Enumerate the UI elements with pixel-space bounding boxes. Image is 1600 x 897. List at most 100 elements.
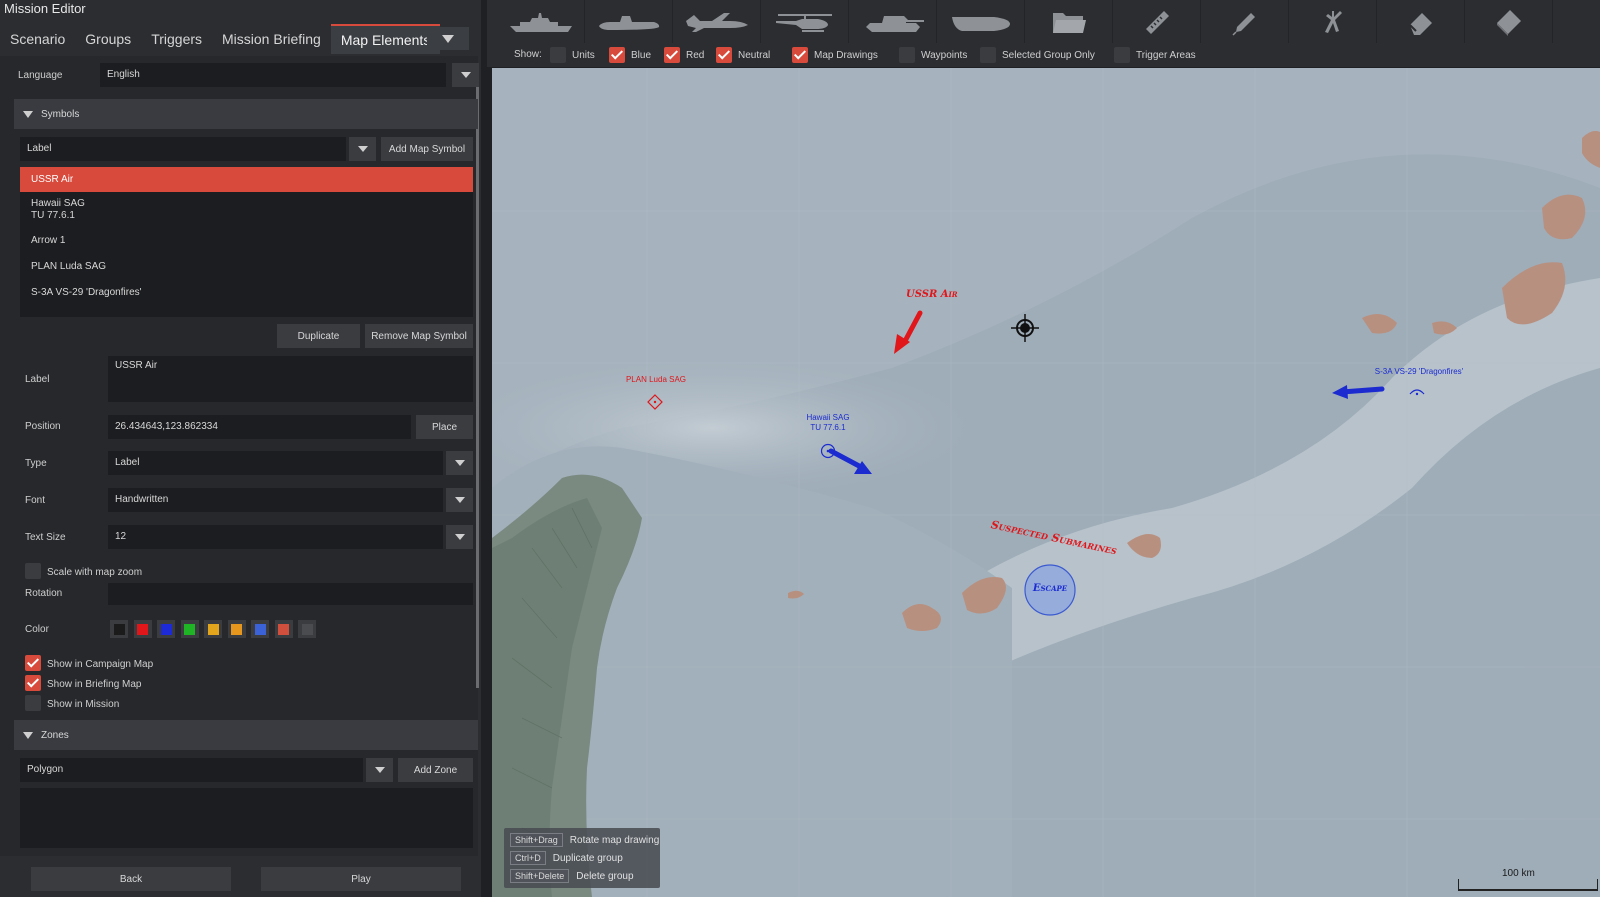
collapse-icon xyxy=(23,731,33,739)
left-panel: Mission Editor Scenario Groups Triggers … xyxy=(0,0,481,897)
rotation-input[interactable] xyxy=(108,583,473,605)
remove-map-symbol-button[interactable]: Remove Map Symbol xyxy=(365,324,473,348)
color-swatch[interactable] xyxy=(251,620,269,638)
show-neutral-toggle[interactable]: Neutral xyxy=(716,47,770,63)
eraser-tool[interactable] xyxy=(1377,0,1465,43)
folder-tool[interactable] xyxy=(1025,0,1113,43)
zones-header-label: Zones xyxy=(41,729,69,741)
checkbox[interactable] xyxy=(899,47,915,63)
checkbox[interactable] xyxy=(609,47,625,63)
symbols-section-header[interactable]: Symbols xyxy=(14,99,478,129)
place-button[interactable]: Place xyxy=(416,415,473,439)
text-size-dropdown-button[interactable] xyxy=(446,525,473,549)
show-blue-toggle[interactable]: Blue xyxy=(609,47,651,63)
window-title: Mission Editor xyxy=(4,1,86,16)
show-selected-group-toggle[interactable]: Selected Group Only xyxy=(980,47,1095,63)
tab-map-elements[interactable]: Map Elements xyxy=(330,24,441,54)
pencil-icon xyxy=(1231,12,1255,36)
escape-label[interactable]: Escape xyxy=(1016,584,1084,594)
list-item[interactable]: S-3A VS-29 'Dragonfires' xyxy=(20,284,473,302)
panel-scrollbar[interactable] xyxy=(476,76,479,688)
position-input[interactable]: 26.434643,123.862334 xyxy=(108,415,411,439)
show-briefing-label: Show in Briefing Map xyxy=(47,679,142,690)
back-button[interactable]: Back xyxy=(31,867,231,891)
show-briefing-checkbox[interactable] xyxy=(25,675,41,691)
list-item[interactable]: PLAN Luda SAG xyxy=(20,258,473,276)
checkbox[interactable] xyxy=(716,47,732,63)
shortcut-key: Ctrl+D xyxy=(510,851,546,865)
type-select[interactable]: Label xyxy=(108,451,443,475)
color-swatch[interactable] xyxy=(110,620,128,638)
swatch-fill xyxy=(278,623,289,635)
tab-scenario[interactable]: Scenario xyxy=(0,24,75,54)
color-swatch[interactable] xyxy=(157,620,175,638)
color-swatch[interactable] xyxy=(204,620,222,638)
pencil-tool[interactable] xyxy=(1201,0,1289,43)
tab-triggers[interactable]: Triggers xyxy=(141,24,212,54)
show-map-drawings-toggle[interactable]: Map Drawings xyxy=(792,47,878,63)
checkbox[interactable] xyxy=(1114,47,1130,63)
scale-with-zoom-checkbox[interactable] xyxy=(25,563,41,579)
tank-icon xyxy=(865,15,924,32)
show-mission-checkbox[interactable] xyxy=(25,695,41,711)
text-size-label: Text Size xyxy=(25,532,66,543)
scale-bar xyxy=(1458,879,1598,891)
submarine-tool[interactable] xyxy=(585,0,673,43)
font-label: Font xyxy=(25,495,46,506)
tab-groups[interactable]: Groups xyxy=(75,24,141,54)
text-size-select[interactable]: 12 xyxy=(108,525,443,549)
show-trigger-areas-label: Trigger Areas xyxy=(1136,49,1196,61)
color-swatch[interactable] xyxy=(227,620,246,638)
show-units-toggle[interactable]: Units xyxy=(550,47,595,63)
clear-tool[interactable] xyxy=(1465,0,1553,43)
map-view[interactable]: USSR Air PLAN Luda SAG Hawaii SAG TU 77.… xyxy=(492,68,1600,897)
show-red-toggle[interactable]: Red xyxy=(664,47,704,63)
play-button[interactable]: Play xyxy=(261,867,461,891)
ship-tool[interactable] xyxy=(497,0,585,43)
s3a-label[interactable]: S-3A VS-29 'Dragonfires' xyxy=(1344,367,1494,377)
color-swatch[interactable] xyxy=(133,620,152,638)
compass-tool[interactable] xyxy=(1289,0,1377,43)
list-item[interactable]: USSR Air xyxy=(20,167,473,192)
add-zone-button[interactable]: Add Zone xyxy=(398,758,473,782)
list-item[interactable]: Hawaii SAG TU 77.6.1 xyxy=(20,195,473,225)
label-textarea[interactable]: USSR Air xyxy=(108,356,473,402)
weapon-tool[interactable] xyxy=(937,0,1025,43)
ussr-air-label[interactable]: USSR Air xyxy=(906,290,958,300)
language-select[interactable]: English xyxy=(100,63,446,87)
shortcut-key: Shift+Delete xyxy=(510,869,570,883)
checkbox[interactable] xyxy=(792,47,808,63)
font-select[interactable]: Handwritten xyxy=(108,488,443,512)
tank-tool[interactable] xyxy=(849,0,937,43)
airplane-tool[interactable] xyxy=(673,0,761,43)
color-swatch[interactable] xyxy=(274,620,293,638)
show-waypoints-toggle[interactable]: Waypoints xyxy=(899,47,967,63)
ruler-tool[interactable] xyxy=(1113,0,1201,43)
color-swatch[interactable] xyxy=(180,620,199,638)
show-trigger-areas-toggle[interactable]: Trigger Areas xyxy=(1114,47,1196,63)
plan-luda-label[interactable]: PLAN Luda SAG xyxy=(604,375,708,385)
font-dropdown-button[interactable] xyxy=(446,488,473,512)
checkbox[interactable] xyxy=(550,47,566,63)
hawaii-sag-label[interactable]: Hawaii SAG TU 77.6.1 xyxy=(782,413,874,433)
show-waypoints-label: Waypoints xyxy=(921,49,968,61)
checkbox[interactable] xyxy=(664,47,680,63)
swatch-fill xyxy=(113,623,125,635)
language-dropdown-button[interactable] xyxy=(452,63,479,87)
type-dropdown-button[interactable] xyxy=(446,451,473,475)
blue-arrow-shape[interactable] xyxy=(1339,386,1385,395)
tab-overflow-button[interactable] xyxy=(427,27,469,50)
add-map-symbol-button[interactable]: Add Map Symbol xyxy=(381,137,473,161)
zone-type-dropdown-button[interactable] xyxy=(366,758,393,782)
helicopter-tool[interactable] xyxy=(761,0,849,43)
checkbox[interactable] xyxy=(980,47,996,63)
list-item[interactable]: Arrow 1 xyxy=(20,232,473,250)
zones-section-header[interactable]: Zones xyxy=(14,720,478,750)
tab-mission-briefing[interactable]: Mission Briefing xyxy=(212,24,331,54)
symbol-type-dropdown-button[interactable] xyxy=(349,137,376,161)
duplicate-button[interactable]: Duplicate xyxy=(277,324,360,348)
zone-type-select[interactable]: Polygon xyxy=(20,758,363,782)
symbol-type-select[interactable]: Label xyxy=(20,137,346,161)
show-campaign-checkbox[interactable] xyxy=(25,655,41,671)
color-swatch[interactable] xyxy=(298,620,316,638)
